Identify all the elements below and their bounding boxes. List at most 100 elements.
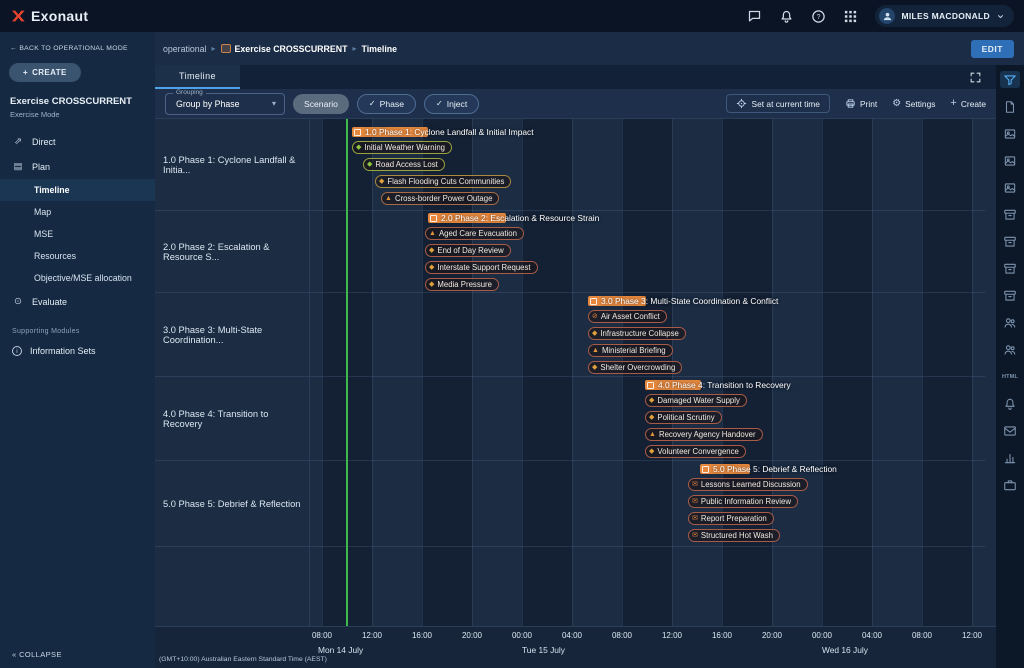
sidebar-item-objective-mse-allocation[interactable]: Objective/MSE allocation [0, 267, 155, 289]
archive-icon[interactable] [1000, 206, 1020, 223]
filter-chip-scenario[interactable]: Scenario [293, 94, 349, 114]
sidebar-item-mse[interactable]: MSE [0, 223, 155, 245]
phase-bar-line: 1.0 Phase 1: Cyclone Landfall & Initial … [310, 126, 985, 139]
sidebar-item-direct[interactable]: ⇗Direct [0, 129, 155, 154]
phase-icon [702, 466, 709, 473]
inject-line: ◆Shelter Overcrowding [310, 359, 985, 376]
diamond-icon: ◆ [592, 330, 597, 337]
bell-icon[interactable] [779, 9, 794, 24]
chart-icon[interactable] [1000, 449, 1020, 466]
create-button[interactable]: +CREATE [9, 63, 81, 82]
filter-chip-phase[interactable]: ✓Phase [357, 94, 416, 114]
archive-icon[interactable] [1000, 233, 1020, 250]
sidebar-item-plan[interactable]: ▤Plan [0, 154, 155, 179]
inject-chip[interactable]: ◆Interstate Support Request [425, 261, 538, 274]
collapse-button[interactable]: « COLLAPSE [0, 641, 155, 668]
image-icon[interactable] [1000, 152, 1020, 169]
info-icon: i [12, 346, 22, 356]
edit-button[interactable]: EDIT [971, 40, 1014, 58]
inject-chip[interactable]: ◆Media Pressure [425, 278, 499, 291]
breadcrumb-operational[interactable]: operational [163, 44, 207, 54]
mail-icon[interactable] [1000, 422, 1020, 439]
inject-chip[interactable]: ◆Road Access Lost [363, 158, 445, 171]
image-icon[interactable] [1000, 179, 1020, 196]
check-icon: ✓ [369, 99, 376, 108]
image-icon[interactable] [1000, 125, 1020, 142]
tab-bar: Timeline [155, 65, 996, 89]
inject-label: Initial Weather Warning [364, 143, 445, 152]
axis-tick: 16:00 [412, 631, 432, 640]
inject-chip[interactable]: ◆Shelter Overcrowding [588, 361, 682, 374]
inject-chip[interactable]: ◆Flash Flooding Cuts Communities [375, 175, 511, 188]
filter-chip-inject[interactable]: ✓Inject [424, 94, 479, 114]
inject-chip[interactable]: ◆Initial Weather Warning [352, 141, 452, 154]
chat-icon[interactable] [747, 9, 762, 24]
inject-chip[interactable]: ◆Volunteer Convergence [645, 445, 746, 458]
inject-chip[interactable]: ✉Lessons Learned Discussion [688, 478, 808, 491]
inject-chip[interactable]: ▲Cross-border Power Outage [381, 192, 499, 205]
print-icon [845, 98, 856, 109]
fullscreen-icon[interactable] [969, 71, 982, 84]
file-icon[interactable] [1000, 98, 1020, 115]
phase-icon [590, 298, 597, 305]
plan-icon: ▤ [12, 161, 24, 172]
inject-label: Political Scrutiny [657, 413, 714, 422]
archive-icon[interactable] [1000, 260, 1020, 277]
diamond-icon: ◆ [367, 161, 372, 168]
breadcrumb-exercise[interactable]: Exercise CROSSCURRENT [235, 44, 348, 54]
breadcrumb-timeline[interactable]: Timeline [362, 44, 398, 54]
html-icon[interactable]: HTML [1000, 368, 1020, 385]
inject-chip[interactable]: ⊘Air Asset Conflict [588, 310, 667, 323]
briefcase-icon[interactable] [1000, 476, 1020, 493]
axis-tick: 08:00 [612, 631, 632, 640]
inject-line: ◆Interstate Support Request [310, 259, 985, 276]
inject-chip[interactable]: ▲Ministerial Briefing [588, 344, 673, 357]
filter-icon[interactable] [1000, 71, 1020, 88]
filter-chip-label: Scenario [304, 99, 338, 109]
inject-line: ◆Volunteer Convergence [310, 443, 985, 460]
user-menu[interactable]: MILES MACDONALD [875, 5, 1014, 27]
bell-icon[interactable] [1000, 395, 1020, 412]
inject-label: Road Access Lost [375, 160, 437, 169]
sidebar-item-evaluate[interactable]: ⊙Evaluate [0, 289, 155, 314]
sidebar-item-map[interactable]: Map [0, 201, 155, 223]
set-at-current-time-button[interactable]: Set at current time [726, 94, 830, 113]
inject-line: ◆Flash Flooding Cuts Communities [310, 173, 985, 190]
inject-chip[interactable]: ✉Structured Hot Wash [688, 529, 780, 542]
triangle-icon: ▲ [429, 230, 436, 237]
phase-bar[interactable] [352, 127, 428, 137]
inject-chip[interactable]: ✉Public Information Review [688, 495, 798, 508]
archive-icon[interactable] [1000, 287, 1020, 304]
settings-button[interactable]: ⚙ Settings [892, 99, 935, 109]
filter-chip-label: Inject [447, 99, 468, 109]
inject-chip[interactable]: ◆Political Scrutiny [645, 411, 722, 424]
sidebar-item-information-sets[interactable]: iInformation Sets [0, 339, 155, 363]
back-to-operational-link[interactable]: ← BACK TO OPERATIONAL MODE [0, 32, 155, 56]
tab-timeline[interactable]: Timeline [155, 65, 240, 89]
inject-chip[interactable]: ✉Report Preparation [688, 512, 774, 525]
inject-chip[interactable]: ◆Infrastructure Collapse [588, 327, 686, 340]
phase-bar[interactable] [588, 296, 646, 306]
sidebar-item-timeline[interactable]: Timeline [0, 179, 155, 201]
phase-row-labels: 1.0 Phase 1: Cyclone Landfall & Initia..… [155, 119, 310, 626]
inject-chip[interactable]: ◆Damaged Water Supply [645, 394, 747, 407]
phase-bar-line: 2.0 Phase 2: Escalation & Resource Strai… [310, 212, 985, 225]
phase-bar[interactable] [700, 464, 750, 474]
timeline-chart: 1.0 Phase 1: Cyclone Landfall & Initia..… [155, 118, 996, 626]
grouping-select[interactable]: Grouping Group by Phase ▾ [165, 93, 285, 115]
chevron-right-icon: ▸ [212, 44, 216, 53]
phase-row: 1.0 Phase 1: Cyclone Landfall & Initial … [310, 119, 985, 211]
phase-row-label: 2.0 Phase 2: Escalation & Resource S... [155, 211, 309, 293]
inject-chip[interactable]: ▲Aged Care Evacuation [425, 227, 524, 240]
apps-grid-icon[interactable] [843, 9, 858, 24]
help-icon[interactable]: ? [811, 9, 826, 24]
users-icon[interactable] [1000, 341, 1020, 358]
sidebar-item-resources[interactable]: Resources [0, 245, 155, 267]
phase-bar[interactable] [428, 213, 506, 223]
create-inject-button[interactable]: + Create [950, 98, 986, 109]
print-button[interactable]: Print [845, 98, 877, 109]
inject-chip[interactable]: ▲Recovery Agency Handover [645, 428, 763, 441]
inject-chip[interactable]: ◆End of Day Review [425, 244, 511, 257]
users-icon[interactable] [1000, 314, 1020, 331]
phase-bar[interactable] [645, 380, 701, 390]
